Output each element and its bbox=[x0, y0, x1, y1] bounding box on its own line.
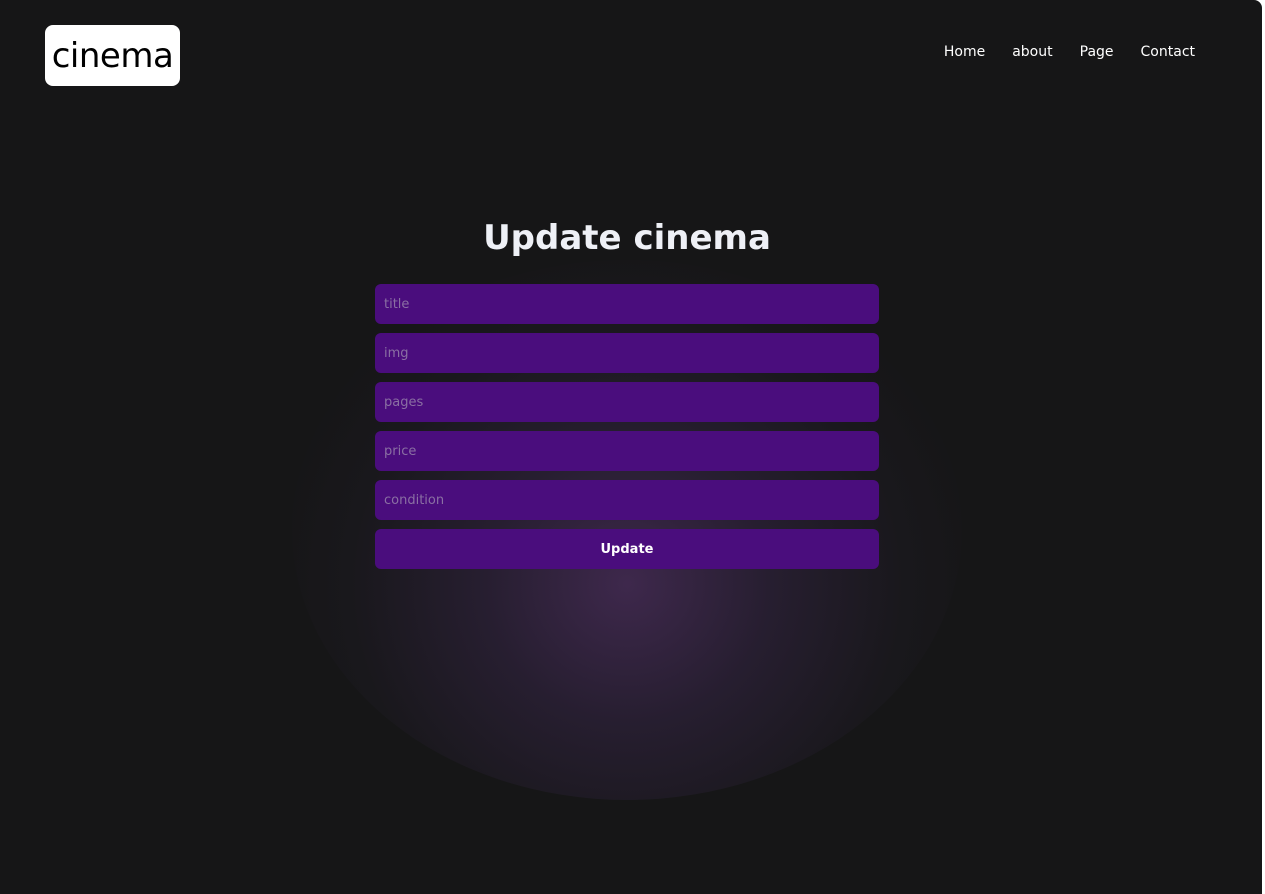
logo-text: cinema bbox=[51, 35, 174, 76]
title-input[interactable] bbox=[375, 284, 879, 324]
update-form: Update bbox=[375, 284, 879, 569]
logo[interactable]: cinema bbox=[45, 25, 180, 86]
nav-link-about[interactable]: about bbox=[1012, 43, 1052, 61]
nav-link-contact[interactable]: Contact bbox=[1141, 43, 1195, 61]
page: cinema Home about Page Contact Update ci… bbox=[0, 0, 1262, 894]
price-input[interactable] bbox=[375, 431, 879, 471]
update-button[interactable]: Update bbox=[375, 529, 879, 569]
img-input[interactable] bbox=[375, 333, 879, 373]
nav-link-page[interactable]: Page bbox=[1080, 43, 1114, 61]
page-title: Update cinema bbox=[483, 218, 771, 258]
nav-link-home[interactable]: Home bbox=[944, 43, 985, 61]
main-nav: Home about Page Contact bbox=[917, 43, 1195, 61]
condition-input[interactable] bbox=[375, 480, 879, 520]
pages-input[interactable] bbox=[375, 382, 879, 422]
